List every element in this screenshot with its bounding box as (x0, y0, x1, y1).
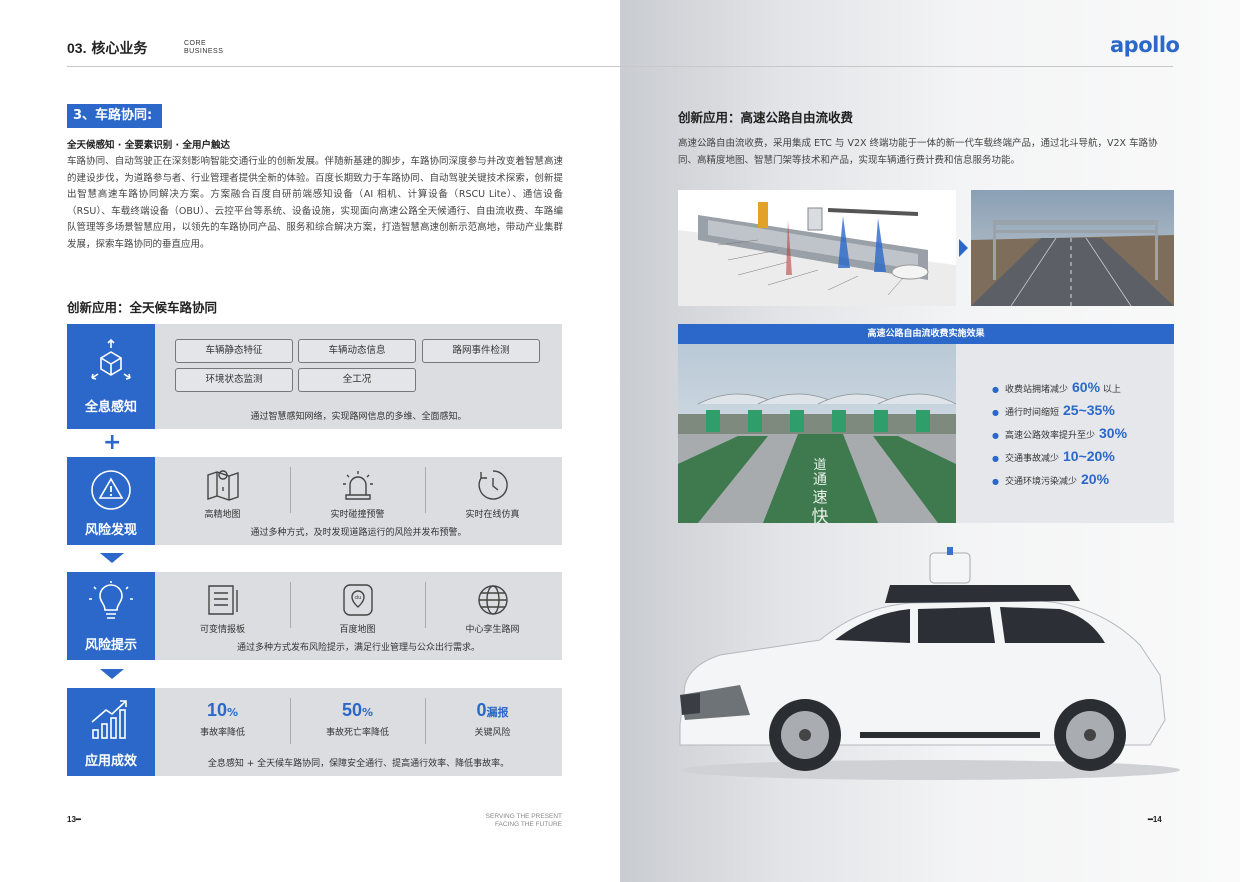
baidu-map-icon: du (342, 584, 373, 616)
right-heading: 创新应用：高速公路自由流收费 (678, 110, 854, 125)
warning-icon (91, 470, 131, 510)
effect-item: ● 交通事故减少 10~20% (992, 448, 1115, 464)
effect-list: ● 收费站拥堵减少 60% 以上 ● 通行时间缩短 25~35% ● 高速公路效率提升至少… (992, 378, 1127, 493)
block-effect-side: 应用成效 (67, 688, 155, 776)
block-perception-side: 全息感知 (67, 324, 155, 429)
effect-panel-title: 高速公路自由流收费实施效果 (678, 324, 1174, 344)
stat-key-risk: 0漏报 关键风险 (474, 700, 511, 738)
road-marking-1: 道 (813, 458, 826, 473)
page-number-left: 13━ (67, 815, 81, 824)
tag-vehicle-dynamic: 车辆动态信息 (298, 339, 416, 363)
effect-item: ● 通行时间缩短 25~35% (992, 402, 1115, 418)
car-illustration (679, 547, 1180, 780)
block-risk-alert-side: 风险提示 (67, 572, 155, 660)
block-perception: 全息感知 车辆静态特征 车辆动态信息 路网事件检测 环境状态监测 全工况 通过智… (67, 324, 562, 429)
section-subtitle: 全天候感知 · 全要素识别 · 全用户触达 (67, 140, 230, 151)
section-body: 车路协同、自动驾驶正在深刻影响智能交通行业的创新发展。伴随新基建的脚步，车路协同… (67, 156, 563, 250)
effect-item: ● 收费站拥堵减少 60% 以上 (992, 379, 1121, 395)
feat-twin-network: 中心孪生路网 (425, 582, 560, 635)
map-icon (206, 470, 239, 501)
road-marking-2: 通 (813, 472, 827, 488)
footer-slogan: SERVING THE PRESENT FACING THE FUTURE (485, 813, 562, 828)
block-risk-detect-caption: 通过多种方式，及时发现道路运行的风险并发布预警。 (250, 528, 467, 538)
block-risk-detect-side: 风险发现 (67, 457, 155, 545)
tag-environment: 环境状态监测 (175, 368, 293, 392)
autonomous-car-image (660, 545, 1180, 785)
road-marking-4: 快 (812, 507, 829, 523)
highway-gantry-photo (971, 190, 1174, 306)
feat-baidu-map: du 百度地图 (290, 582, 425, 635)
effect-item: ● 高速公路效率提升至少 30% (992, 425, 1128, 441)
board-icon (207, 585, 238, 615)
tag-all-conditions: 全工况 (298, 368, 416, 392)
page-title: 03. 核心业务 (67, 40, 148, 57)
highway-photo-illustration (971, 190, 1174, 306)
block-risk-detect: 风险发现 高精地图 实时碰撞预警 实时在线仿真 通过多种方式，及时发现道路运行的… (67, 457, 562, 545)
road-marking-3: 速 (812, 488, 827, 506)
plus-sign: + (103, 430, 122, 455)
down-arrow-icon (100, 553, 124, 563)
section-badge: 3、车路协同: (67, 104, 162, 128)
globe-icon (477, 585, 508, 615)
block-risk-alert: 风险提示 可变情报板 du 百度地图 中心孪生路网 通过多种方式发布风险提示，满… (67, 572, 562, 660)
lightbulb-icon (89, 581, 133, 619)
block-effect-caption: 全息感知 + 全天候车路协同，保障安全通行、提高通行效率、降低事故率。 (207, 759, 510, 769)
block-effect: 应用成效 10% 事故率降低 50% 事故死亡率降低 0漏报 关键风险 全息感知… (67, 688, 562, 776)
block-perception-caption: 通过智慧感知网络，实现路网信息的多维、全面感知。 (250, 412, 467, 422)
header-en-label: CORE BUSINESS (184, 40, 224, 55)
toll-diagram-illustration (678, 202, 956, 306)
down-arrow-icon (100, 669, 124, 679)
page-number-right: ━14 (1148, 815, 1162, 824)
tag-vehicle-static: 车辆静态特征 (175, 339, 293, 363)
right-arrow-icon (959, 239, 968, 257)
right-body: 高速公路自由流收费，采用集成 ETC 与 V2X 终端功能于一体的新一代车载终端… (678, 138, 1158, 166)
apollo-logo: apollo (1110, 33, 1180, 57)
feat-variable-board: 可变情报板 (155, 582, 290, 635)
stat-fatality-rate: 50% 事故死亡率降低 (325, 700, 389, 738)
feat-hd-map: 高精地图 (155, 467, 290, 520)
alarm-light-icon (342, 471, 373, 500)
feat-online-simulation: 实时在线仿真 (425, 467, 560, 520)
toll-station-illustration: 道 通 速 快 (678, 344, 956, 523)
header-divider (67, 66, 1173, 67)
effect-panel: 高速公路自由流收费实施效果 道 通 速 快 ● 收费站拥堵减少 60% 以上 ●… (678, 324, 1174, 523)
toll-station-photo: 道 通 速 快 (678, 344, 956, 523)
left-heading: 创新应用：全天候车路协同 (67, 300, 218, 315)
effect-item: ● 交通环境污染减少 20% (992, 471, 1110, 487)
cube-icon (91, 338, 131, 380)
clock-icon (477, 470, 508, 500)
toll-system-diagram (678, 190, 956, 306)
tag-road-event: 路网事件检测 (422, 339, 540, 363)
block-risk-alert-caption: 通过多种方式发布风险提示，满足行业管理与公众出行需求。 (236, 643, 480, 653)
growth-chart-icon (91, 700, 127, 739)
feat-collision-warning: 实时碰撞预警 (290, 467, 425, 520)
svg-text:du: du (354, 595, 361, 601)
stat-accident-rate: 10% 事故率降低 (199, 700, 245, 738)
